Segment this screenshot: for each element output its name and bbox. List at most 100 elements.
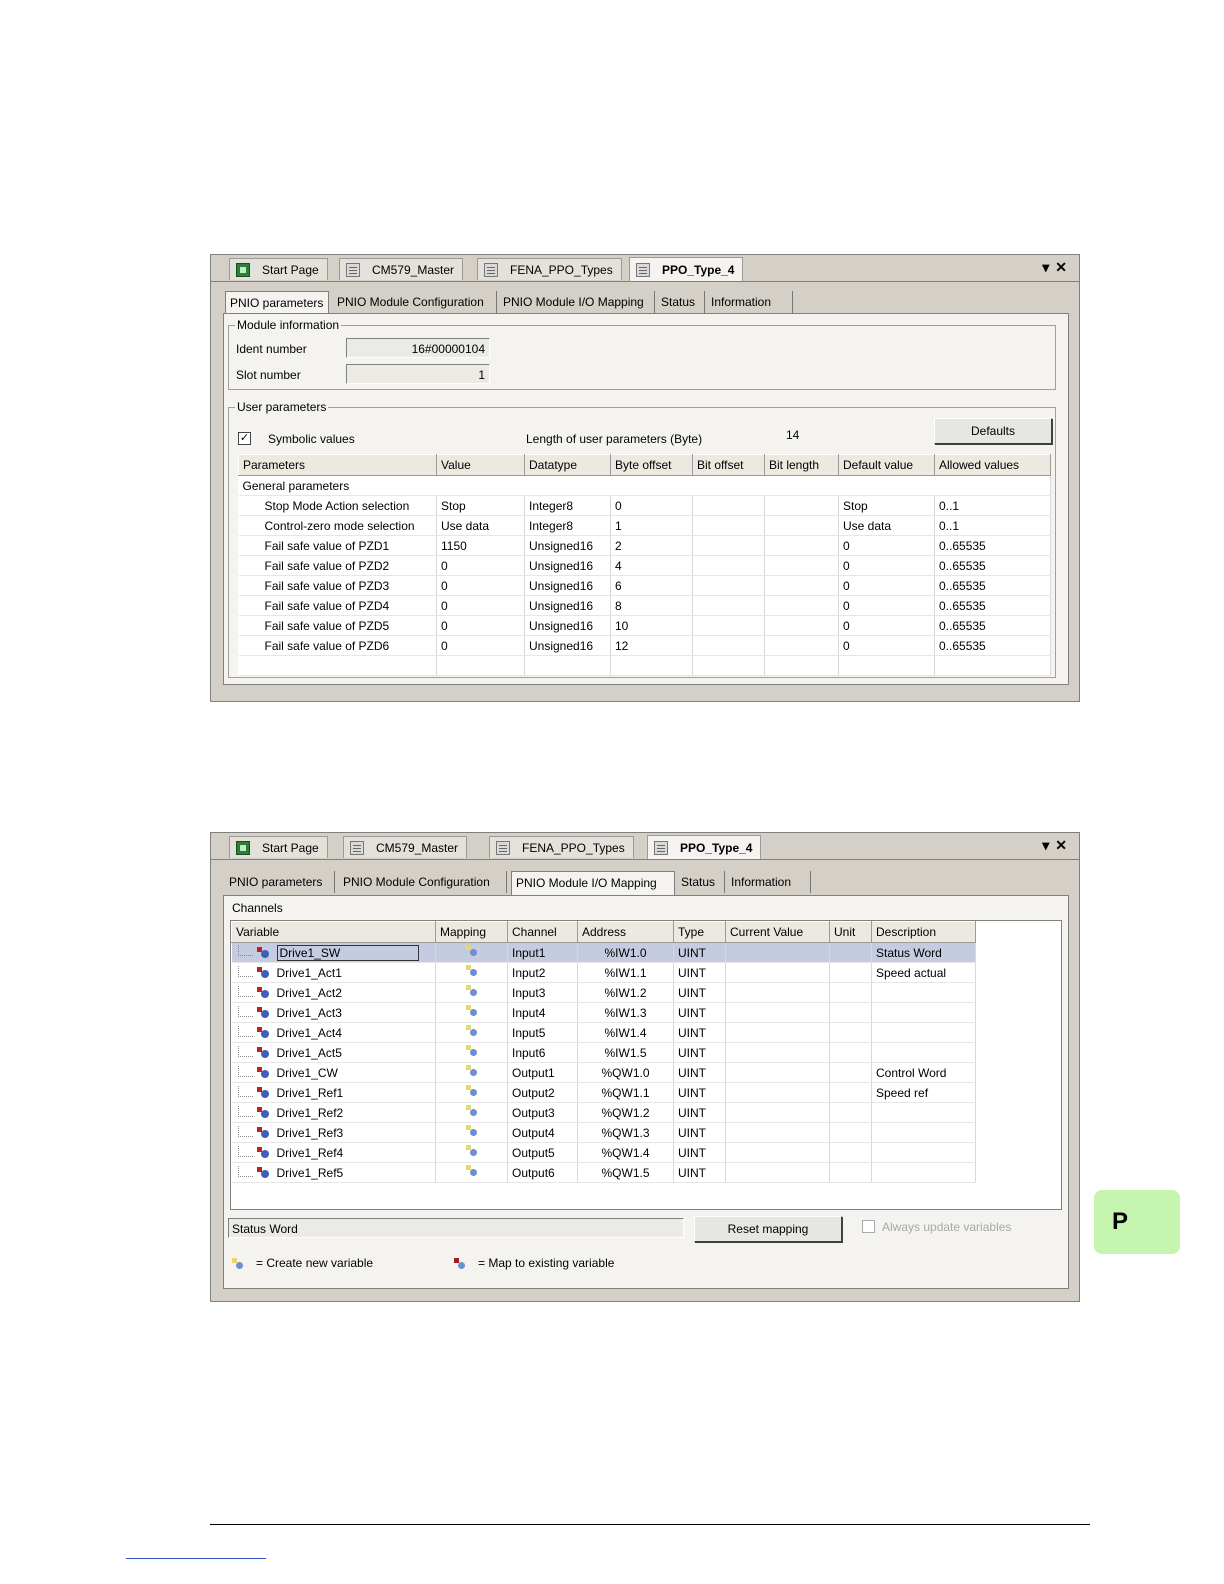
mapping-cell[interactable]	[435, 982, 508, 1003]
table-row[interactable]: Fail safe value of PZD4 0 Unsigned16 8 0 0..6…	[238, 595, 1051, 616]
tab-information[interactable]: Information	[727, 871, 811, 893]
table-row[interactable]: Stop Mode Action selection Stop Integer8 0 S…	[238, 495, 1051, 516]
table-row[interactable]: Fail safe value of PZD1 1150 Unsigned16 2 0 0…	[238, 535, 1051, 556]
symbolic-values-checkbox[interactable]: ✓	[238, 432, 251, 445]
variable-name[interactable]: Drive1_CW	[277, 1066, 338, 1080]
tab-status[interactable]: Status	[677, 871, 725, 893]
column-header[interactable]: Byte offset	[610, 454, 693, 476]
variable-cell[interactable]: Drive1_CW	[231, 1062, 436, 1083]
description-cell[interactable]	[871, 1002, 976, 1023]
current-value-cell[interactable]	[725, 962, 830, 983]
column-header[interactable]: Datatype	[524, 454, 611, 476]
unit-cell[interactable]	[829, 1022, 872, 1043]
mapping-cell[interactable]	[435, 1102, 508, 1123]
doc-tab-start-page[interactable]: Start Page	[229, 258, 328, 280]
channel-row[interactable]: Drive1_Act2 Input3 %IW1.2 UINT	[231, 982, 976, 1003]
channel-row[interactable]: Drive1_Ref3 Output4 %QW1.3 UINT	[231, 1122, 976, 1143]
table-row[interactable]: Fail safe value of PZD3 0 Unsigned16 6 0 0..6…	[238, 575, 1051, 596]
description-cell[interactable]: Status Word	[871, 942, 976, 963]
tab-status[interactable]: Status	[657, 291, 705, 313]
channel-row[interactable]: Drive1_Ref1 Output2 %QW1.1 UINT Speed ref	[231, 1082, 976, 1103]
mapping-cell[interactable]	[435, 1162, 508, 1183]
variable-cell[interactable]: Drive1_Ref3	[231, 1122, 436, 1143]
table-row[interactable]: Fail safe value of PZD6 0 Unsigned16 12 0 0..…	[238, 635, 1051, 656]
channel-row[interactable]: Drive1_Act4 Input5 %IW1.4 UINT	[231, 1022, 976, 1043]
mapping-cell[interactable]	[435, 1142, 508, 1163]
mapping-cell[interactable]	[435, 1002, 508, 1023]
table-group-row[interactable]: General parameters	[238, 475, 1051, 496]
description-cell[interactable]	[871, 1042, 976, 1063]
column-header[interactable]: Mapping	[435, 921, 508, 943]
dropdown-arrow-icon[interactable]: ▾	[1042, 837, 1055, 853]
mapping-cell[interactable]	[435, 942, 508, 963]
doc-tab-fena-ppo-types[interactable]: FENA_PPO_Types	[477, 258, 622, 280]
doc-tab-ppo-type-4[interactable]: PPO_Type_4	[629, 257, 744, 281]
column-header[interactable]: Current Value	[725, 921, 830, 943]
variable-cell[interactable]: Drive1_Ref1	[231, 1082, 436, 1103]
channel-row[interactable]: Drive1_Act3 Input4 %IW1.3 UINT	[231, 1002, 976, 1023]
dropdown-arrow-icon[interactable]: ▾	[1042, 259, 1055, 275]
column-header[interactable]: Allowed values	[934, 454, 1051, 476]
mapping-cell[interactable]	[435, 1022, 508, 1043]
column-header[interactable]: Variable	[231, 921, 436, 943]
mapping-cell[interactable]	[435, 962, 508, 983]
unit-cell[interactable]	[829, 962, 872, 983]
variable-cell[interactable]: Drive1_Ref2	[231, 1102, 436, 1123]
description-cell[interactable]: Speed ref	[871, 1082, 976, 1103]
variable-name[interactable]: Drive1_Act1	[277, 966, 342, 980]
description-cell[interactable]: Control Word	[871, 1062, 976, 1083]
tab-pnio-module-io-mapping[interactable]: PNIO Module I/O Mapping	[499, 291, 655, 313]
column-header[interactable]: Description	[871, 921, 976, 943]
variable-cell[interactable]: Drive1_Act5	[231, 1042, 436, 1063]
mapping-cell[interactable]	[435, 1062, 508, 1083]
unit-cell[interactable]	[829, 982, 872, 1003]
variable-name[interactable]: Drive1_Act2	[277, 986, 342, 1000]
variable-name[interactable]: Drive1_Ref3	[277, 1126, 344, 1140]
mapping-cell[interactable]	[435, 1082, 508, 1103]
reset-mapping-button[interactable]: Reset mapping	[694, 1216, 842, 1242]
variable-name[interactable]: Drive1_Ref1	[277, 1086, 344, 1100]
column-header[interactable]: Bit offset	[692, 454, 765, 476]
channel-row[interactable]: Drive1_Act5 Input6 %IW1.5 UINT	[231, 1042, 976, 1063]
doc-tab-fena-ppo-types[interactable]: FENA_PPO_Types	[489, 836, 634, 858]
doc-tab-cm579-master[interactable]: CM579_Master	[343, 836, 468, 858]
current-value-cell[interactable]	[725, 1162, 830, 1183]
tab-information[interactable]: Information	[707, 291, 793, 313]
channel-row[interactable]: Drive1_Ref4 Output5 %QW1.4 UINT	[231, 1142, 976, 1163]
unit-cell[interactable]	[829, 1122, 872, 1143]
variable-name[interactable]: Drive1_Ref4	[277, 1146, 344, 1160]
variable-name[interactable]: Drive1_Act5	[277, 1046, 342, 1060]
doc-tab-ppo-type-4[interactable]: PPO_Type_4	[647, 835, 762, 859]
channel-row[interactable]: Drive1_CW Output1 %QW1.0 UINT Control Word	[231, 1062, 976, 1083]
unit-cell[interactable]	[829, 1042, 872, 1063]
variable-cell[interactable]: Drive1_Act4	[231, 1022, 436, 1043]
description-cell[interactable]	[871, 1142, 976, 1163]
defaults-button[interactable]: Defaults	[934, 418, 1052, 444]
current-value-cell[interactable]	[725, 1042, 830, 1063]
table-row[interactable]: Fail safe value of PZD5 0 Unsigned16 10 0 0..…	[238, 615, 1051, 636]
column-header[interactable]: Value	[436, 454, 525, 476]
doc-tab-start-page[interactable]: Start Page	[229, 836, 328, 858]
column-header[interactable]: Unit	[829, 921, 872, 943]
current-value-cell[interactable]	[725, 1122, 830, 1143]
current-value-cell[interactable]	[725, 1062, 830, 1083]
variable-name[interactable]: Drive1_Act4	[277, 1026, 342, 1040]
variable-cell[interactable]: Drive1_Ref4	[231, 1142, 436, 1163]
tab-pnio-module-configuration[interactable]: PNIO Module Configuration	[333, 291, 497, 313]
column-header[interactable]: Bit length	[764, 454, 839, 476]
current-value-cell[interactable]	[725, 942, 830, 963]
mapping-cell[interactable]	[435, 1042, 508, 1063]
current-value-cell[interactable]	[725, 1142, 830, 1163]
variable-name[interactable]: Drive1_SW	[276, 944, 419, 961]
variable-name[interactable]: Drive1_Ref5	[277, 1166, 344, 1180]
close-icon[interactable]: ✕	[1055, 837, 1073, 853]
close-icon[interactable]: ✕	[1055, 259, 1073, 275]
unit-cell[interactable]	[829, 1142, 872, 1163]
current-value-cell[interactable]	[725, 1022, 830, 1043]
variable-name[interactable]: Drive1_Act3	[277, 1006, 342, 1020]
table-row[interactable]: Control-zero mode selection Use data Integ…	[238, 515, 1051, 536]
channel-row[interactable]: Drive1_Ref2 Output3 %QW1.2 UINT	[231, 1102, 976, 1123]
current-value-cell[interactable]	[725, 1102, 830, 1123]
unit-cell[interactable]	[829, 1062, 872, 1083]
description-cell[interactable]	[871, 982, 976, 1003]
